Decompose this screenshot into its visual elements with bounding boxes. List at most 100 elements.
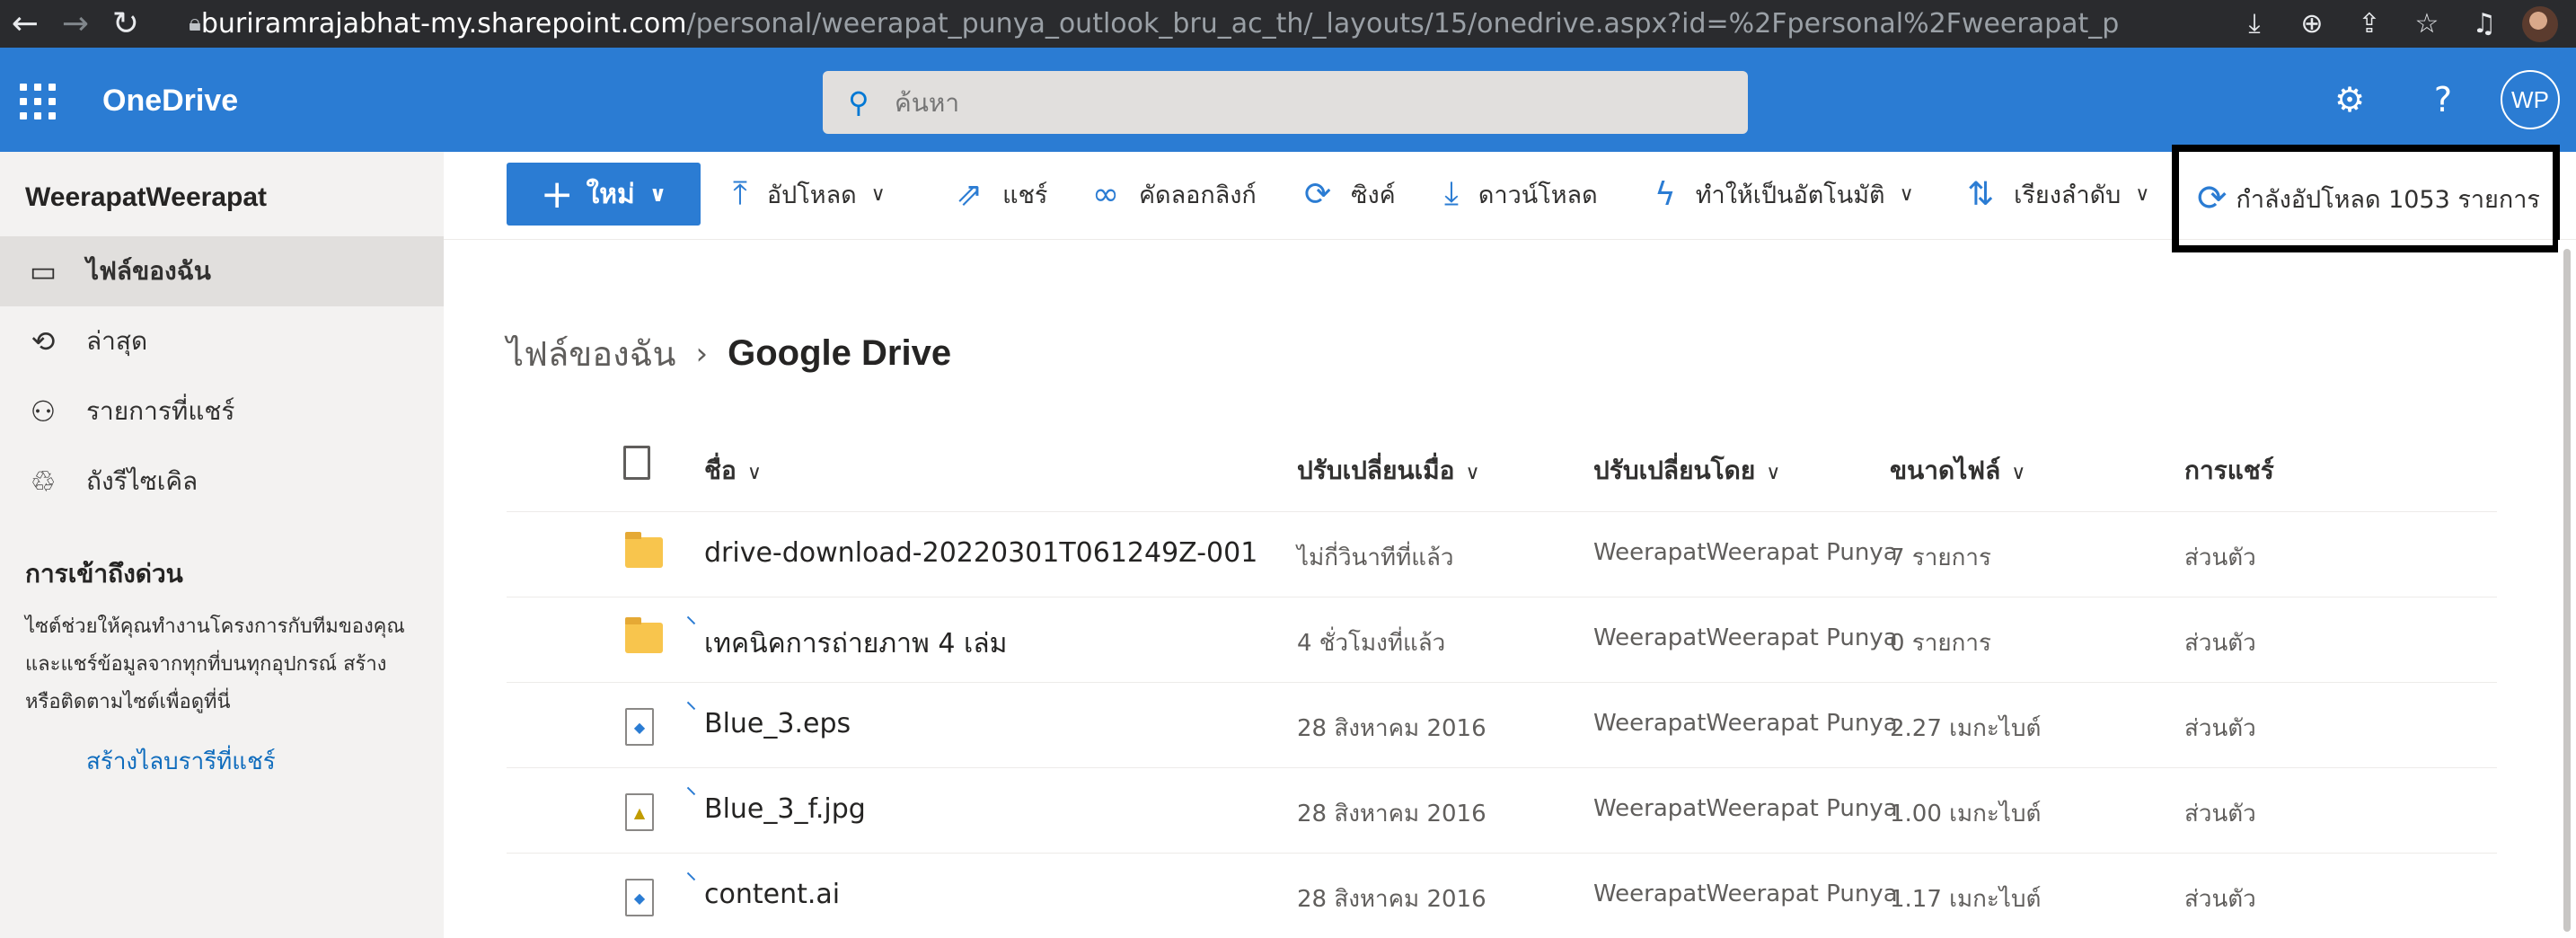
column-label: การแชร์ [2184,456,2274,485]
copy-link-button[interactable]: ∞ คัดลอกลิงก์ [1092,163,1257,226]
modified-time: 28 สิงหาคม 2016 [1297,886,1486,913]
command-bar: + ใหม่ ∨ ⤒ อัปโหลด ∨ ⇗ แชร์ ∞ คัดลอกลิงก… [444,145,2576,252]
reload-icon[interactable]: ↻ [101,0,151,48]
chevron-down-icon: ∨ [1766,462,1781,484]
chevron-down-icon: ∨ [870,182,886,206]
search-box[interactable]: ⚲ [823,71,1748,134]
download-button[interactable]: ⤓ ดาวน์โหลด [1444,163,1598,226]
user-name: WeerapatWeerapat [25,182,268,212]
people-icon: ⚇ [30,394,57,429]
automate-button[interactable]: ϟ ทำให้เป็นอัตโนมัติ ∨ [1654,163,1914,226]
new-item-sparkle-icon: ⸌ [686,870,697,892]
nav-item-my-files[interactable]: ▭ ไฟล์ของฉัน [0,236,444,306]
modified-time: ไม่กี่วินาทีที่แล้ว [1297,544,1454,571]
quick-access-description: ไซต์ช่วยให้คุณทำงานโครงการกับทีมของคุณ แ… [25,615,405,713]
address-bar[interactable]: 🔒︎ buriramrajabhat-my.sharepoint.com/per… [189,4,2120,43]
column-header-size[interactable]: ขนาดไฟล์ ∨ [1890,451,2025,491]
account-avatar[interactable]: WP [2501,70,2560,129]
help-icon[interactable]: ? [2396,48,2490,152]
upload-label: อัปโหลด [766,181,857,209]
search-icon: ⚲ [848,85,869,119]
image-file-icon: ▲ [625,793,654,831]
column-header-sharing[interactable]: การแชร์ [2184,451,2274,491]
app-launcher-icon[interactable] [20,84,56,119]
table-row[interactable]: drive-download-20220301T061249Z-001 ไม่ก… [507,512,2497,597]
modified-time: 28 สิงหาคม 2016 [1297,715,1486,742]
browser-profile-avatar[interactable] [2522,5,2558,42]
upload-button[interactable]: ⤒ อัปโหลด ∨ [733,163,886,226]
column-header-modified[interactable]: ปรับเปลี่ยนเมื่อ ∨ [1297,451,1480,491]
scrollbar-thumb[interactable] [2563,249,2571,932]
table-row[interactable]: ◆ ⸌ content.ai 28 สิงหาคม 2016 WeerapatW… [507,854,2497,938]
quick-access-heading: การเข้าถึงด่วน [25,559,183,588]
breadcrumb: ไฟล์ของฉัน › Google Drive [507,326,951,381]
file-name[interactable]: เทคนิคการถ่ายภาพ 4 เล่ม [704,623,1007,665]
column-header-name[interactable]: ชื่อ ∨ [704,451,762,491]
chevron-right-icon: › [695,335,709,372]
chevron-down-icon: ∨ [2011,462,2026,484]
file-size: 1.00 เมกะไบต์ [1890,801,2042,827]
settings-gear-icon[interactable]: ⚙ [2303,48,2396,152]
new-item-sparkle-icon: ⸌ [686,614,697,636]
file-size: 0 รายการ [1890,630,1991,657]
share-button[interactable]: ⇗ แชร์ [956,163,1047,226]
nav-item-shared[interactable]: ⚇ รายการที่แชร์ [0,376,444,447]
file-list: ชื่อ ∨ ปรับเปลี่ยนเมื่อ ∨ ปรับเปลี่ยนโดย ∨ … [507,426,2497,938]
modified-by: WeerapatWeerapat Punya [1593,795,1898,822]
upload-arrow-icon: ⤒ [733,175,747,212]
vector-file-icon: ◆ [625,879,654,916]
url-host: buriramrajabhat-my.sharepoint.com [200,7,687,40]
search-input[interactable] [895,87,1703,118]
column-label: ปรับเปลี่ยนเมื่อ [1297,456,1455,485]
file-name[interactable]: Blue_3.eps [704,708,851,739]
suite-header: OneDrive ⚲ ⚙ ? WP [0,48,2576,152]
sync-button[interactable]: ⟳ ซิงค์ [1304,163,1396,226]
history-icon: ⟲ [31,324,56,358]
sort-button[interactable]: ⇅ เรียงลำดับ ∨ [1967,163,2149,226]
nav-item-label: รายการที่แชร์ [86,396,235,426]
file-name[interactable]: drive-download-20220301T061249Z-001 [704,537,1257,569]
media-control-icon[interactable]: ♫ [2456,0,2513,48]
chevron-down-icon: ∨ [2135,182,2150,206]
chevron-down-icon: ∨ [1465,462,1480,484]
forward-arrow-icon[interactable]: → [50,0,101,48]
file-name[interactable]: Blue_3_f.jpg [704,793,866,825]
breadcrumb-parent[interactable]: ไฟล์ของฉัน [507,326,676,381]
zoom-icon[interactable]: ⊕ [2283,0,2341,48]
nav-item-recycle-bin[interactable]: ♲ ถังรีไซเคิล [0,447,444,517]
bookmark-star-icon[interactable]: ☆ [2398,0,2456,48]
new-button[interactable]: + ใหม่ ∨ [507,163,701,226]
new-item-sparkle-icon: ⸌ [686,784,697,807]
sort-icon: ⇅ [1967,175,1995,213]
file-list-header: ชื่อ ∨ ปรับเปลี่ยนเมื่อ ∨ ปรับเปลี่ยนโดย ∨ … [507,426,2497,512]
modified-time: 4 ชั่วโมงที่แล้ว [1297,630,1446,657]
file-type-column-icon[interactable] [623,446,650,480]
chevron-down-icon: ∨ [1899,182,1914,206]
nav-item-recent[interactable]: ⟲ ล่าสุด [0,306,444,376]
table-row[interactable]: ◆ ⸌ Blue_3.eps 28 สิงหาคม 2016 WeerapatW… [507,683,2497,768]
upload-progress-status[interactable]: ⟳ กำลังอัปโหลด 1053 รายการ [2172,145,2560,252]
nav-item-label: ถังรีไซเคิล [86,466,198,496]
sync-progress-icon: ⟳ [2197,178,2228,219]
nav-item-label: ไฟล์ของฉัน [86,256,211,286]
sync-label: ซิงค์ [1351,181,1396,209]
create-shared-library-link[interactable]: สร้างไลบรารีที่แชร์ [86,743,276,780]
modified-by: WeerapatWeerapat Punya [1593,710,1898,737]
back-arrow-icon[interactable]: ← [0,0,50,48]
sharing-status: ส่วนตัว [2184,630,2256,657]
share-page-icon[interactable]: ⇪ [2341,0,2398,48]
app-name[interactable]: OneDrive [102,84,238,119]
install-app-icon[interactable]: ⤓ [2226,0,2283,48]
automate-label: ทำให้เป็นอัตโนมัติ [1695,181,1885,209]
file-name[interactable]: content.ai [704,879,840,910]
file-size: 1.17 เมกะไบต์ [1890,886,2042,913]
column-header-modified-by[interactable]: ปรับเปลี่ยนโดย ∨ [1593,451,1780,491]
chevron-down-icon: ∨ [648,181,667,207]
flash-automate-icon: ϟ [1654,175,1676,213]
table-row[interactable]: ▲ ⸌ Blue_3_f.jpg 28 สิงหาคม 2016 Weerapa… [507,768,2497,854]
sharing-status: ส่วนตัว [2184,715,2256,742]
sharing-status: ส่วนตัว [2184,801,2256,827]
sort-label: เรียงลำดับ [2014,181,2122,209]
vertical-scrollbar[interactable] [2558,240,2576,938]
table-row[interactable]: ⸌ เทคนิคการถ่ายภาพ 4 เล่ม 4 ชั่วโมงที่แล… [507,597,2497,683]
